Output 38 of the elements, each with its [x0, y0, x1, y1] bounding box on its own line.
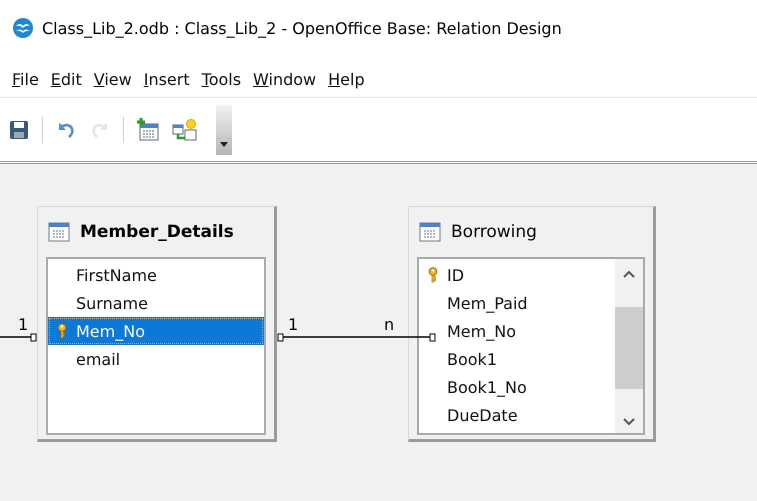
field-row[interactable]: Book1	[419, 345, 615, 373]
new-relation-icon[interactable]	[172, 118, 198, 142]
table-icon	[48, 222, 70, 242]
menu-item[interactable]: Help	[324, 70, 373, 89]
field-row[interactable]: Mem_No	[419, 317, 615, 345]
field-row[interactable]: Book1_No	[419, 373, 615, 401]
cardinality-label: 1	[18, 315, 28, 334]
cardinality-label: 1	[288, 315, 298, 334]
table-title: Borrowing	[451, 222, 537, 242]
field-row[interactable]: DueDate	[419, 401, 615, 429]
menu-item[interactable]: File	[8, 70, 47, 89]
field-row[interactable]: ID	[419, 261, 615, 289]
table-icon	[419, 222, 441, 242]
field-row[interactable]: Mem_Paid	[419, 289, 615, 317]
menu-item[interactable]: Tools	[198, 70, 250, 89]
menu-item[interactable]: Edit	[46, 70, 90, 89]
scroll-thumb[interactable]	[615, 307, 643, 389]
add-table-icon[interactable]	[136, 118, 160, 142]
menu-item[interactable]: Insert	[140, 70, 198, 89]
table-title: Member_Details	[80, 222, 234, 242]
scrollbar[interactable]	[615, 259, 643, 433]
scroll-down-icon[interactable]	[622, 418, 636, 427]
cardinality-label: n	[384, 315, 394, 334]
caret-icon	[220, 142, 228, 146]
field-row[interactable]: email	[48, 345, 264, 373]
field-row[interactable]: Surname	[48, 289, 264, 317]
table-window[interactable]: Borrowing ID Mem_Paid Mem_No Book1 Book1_No DueDate	[408, 206, 656, 442]
window-title: Class_Lib_2.odb : Class_Lib_2 - OpenOffice Base: Relation Design	[42, 18, 562, 38]
save-icon[interactable]	[8, 118, 30, 140]
field-row[interactable]: Mem_No	[48, 317, 264, 345]
table-window[interactable]: Member_Details FirstName Surname Mem_No email	[37, 206, 277, 442]
scroll-up-icon[interactable]	[622, 269, 636, 278]
menu-item[interactable]: View	[90, 70, 140, 89]
menu-item[interactable]: Window	[249, 70, 324, 89]
field-row[interactable]: FirstName	[48, 261, 264, 289]
relation-line	[0, 332, 37, 342]
app-logo-icon	[12, 17, 34, 39]
toolbar-overflow-button[interactable]	[216, 104, 232, 154]
